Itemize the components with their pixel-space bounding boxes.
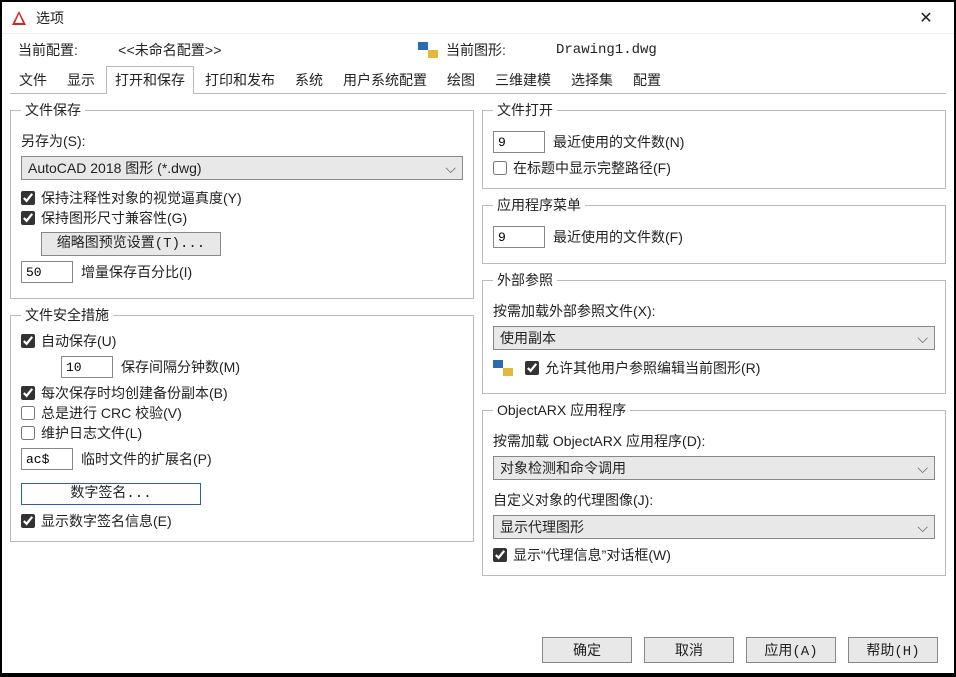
cb-visual-fidelity-input[interactable] [21, 191, 35, 205]
legend-file-save: 文件保存 [21, 100, 85, 120]
left-column: 文件保存 另存为(S): AutoCAD 2018 图形 (*.dwg) ⌵ 保… [10, 100, 474, 576]
cb-crc-input[interactable] [21, 406, 35, 420]
drawing-label: 当前图形: [446, 40, 556, 60]
cb-fullpath[interactable]: 在标题中显示完整路径(F) [493, 158, 935, 178]
legend-file-open: 文件打开 [493, 100, 557, 120]
tab-user[interactable]: 用户系统配置 [334, 66, 436, 93]
recent-files-n-input[interactable] [493, 131, 545, 153]
incremental-save-label: 增量保存百分比(I) [81, 262, 192, 282]
tmpext-input[interactable] [21, 448, 73, 470]
chevron-down-icon: ⌵ [917, 519, 928, 536]
cb-visual-fidelity[interactable]: 保持注释性对象的视觉逼真度(Y) [21, 188, 463, 208]
close-button[interactable]: ✕ [906, 2, 946, 34]
app-icon [10, 9, 28, 27]
saveas-select[interactable]: AutoCAD 2018 图形 (*.dwg) ⌵ [21, 156, 463, 180]
cb-allow-refedit[interactable]: 允许其他用户参照编辑当前图形(R) [525, 358, 760, 378]
arx-load-select[interactable]: 对象检测和命令调用 ⌵ [493, 456, 935, 480]
saveas-value: AutoCAD 2018 图形 (*.dwg) [28, 158, 202, 178]
apply-button[interactable]: 应用(A) [746, 637, 836, 663]
chevron-down-icon: ⌵ [445, 160, 456, 177]
cb-autosave-input[interactable] [21, 334, 35, 348]
content: 文件保存 另存为(S): AutoCAD 2018 图形 (*.dwg) ⌵ 保… [2, 94, 954, 576]
xref-load-select[interactable]: 使用副本 ⌵ [493, 326, 935, 350]
titlebar: 选项 ✕ [2, 2, 954, 34]
tab-drafting[interactable]: 绘图 [438, 66, 484, 93]
chevron-down-icon: ⌵ [917, 460, 928, 477]
xref-load-value: 使用副本 [500, 328, 556, 348]
cb-size-compat[interactable]: 保持图形尺寸兼容性(G) [21, 208, 463, 228]
options-dialog: 选项 ✕ 当前配置: <<未命名配置>> 当前图形: Drawing1.dwg … [2, 2, 954, 673]
cancel-button[interactable]: 取消 [644, 637, 734, 663]
digital-signature-button[interactable]: 数字签名... [21, 483, 201, 505]
group-file-open: 文件打开 最近使用的文件数(N) 在标题中显示完整路径(F) [482, 100, 946, 189]
drawing-icon [493, 360, 513, 376]
cb-backup-input[interactable] [21, 386, 35, 400]
thumbnail-settings-button[interactable]: 缩略图预览设置(T)... [41, 232, 221, 256]
profile-label: 当前配置: [18, 40, 118, 60]
cb-sign-info-input[interactable] [21, 514, 35, 528]
recent-files-n-label: 最近使用的文件数(N) [553, 132, 684, 152]
tab-profiles[interactable]: 配置 [624, 66, 670, 93]
recent-files-f-input[interactable] [493, 226, 545, 248]
group-file-safety: 文件安全措施 自动保存(U) 保存间隔分钟数(M) 每次保存时均创建备份副本(B… [10, 305, 474, 542]
cb-proxy-dialog[interactable]: 显示“代理信息”对话框(W) [493, 545, 935, 565]
recent-files-f-label: 最近使用的文件数(F) [553, 227, 683, 247]
ok-button[interactable]: 确定 [542, 637, 632, 663]
cb-sign-info[interactable]: 显示数字签名信息(E) [21, 511, 463, 531]
proxy-image-value: 显示代理图形 [500, 517, 584, 537]
group-app-menu: 应用程序菜单 最近使用的文件数(F) [482, 195, 946, 264]
legend-app-menu: 应用程序菜单 [493, 195, 585, 215]
group-arx: ObjectARX 应用程序 按需加载 ObjectARX 应用程序(D): 对… [482, 400, 946, 576]
arx-load-value: 对象检测和命令调用 [500, 458, 626, 478]
group-xref: 外部参照 按需加载外部参照文件(X): 使用副本 ⌵ 允许其他用户参照编辑当前图… [482, 270, 946, 394]
proxy-image-label: 自定义对象的代理图像(J): [493, 490, 653, 510]
right-column: 文件打开 最近使用的文件数(N) 在标题中显示完整路径(F) 应用程序菜单 最近… [482, 100, 946, 576]
tab-plot[interactable]: 打印和发布 [196, 66, 284, 93]
tab-selection[interactable]: 选择集 [562, 66, 622, 93]
proxy-image-select[interactable]: 显示代理图形 ⌵ [493, 515, 935, 539]
cb-crc[interactable]: 总是进行 CRC 校验(V) [21, 403, 463, 423]
tab-open-save[interactable]: 打开和保存 [106, 66, 194, 93]
chevron-down-icon: ⌵ [917, 330, 928, 347]
autosave-interval-label: 保存间隔分钟数(M) [121, 357, 240, 377]
tab-file[interactable]: 文件 [10, 66, 56, 93]
header-row: 当前配置: <<未命名配置>> 当前图形: Drawing1.dwg [2, 34, 954, 68]
cb-size-compat-input[interactable] [21, 211, 35, 225]
legend-xref: 外部参照 [493, 270, 557, 290]
cb-fullpath-input[interactable] [493, 161, 507, 175]
tabs: 文件 显示 打开和保存 打印和发布 系统 用户系统配置 绘图 三维建模 选择集 … [10, 68, 946, 94]
tab-3d[interactable]: 三维建模 [486, 66, 560, 93]
drawing-icon [418, 42, 438, 58]
cb-logfile-input[interactable] [21, 426, 35, 440]
tab-system[interactable]: 系统 [286, 66, 332, 93]
help-button[interactable]: 帮助(H) [848, 637, 938, 663]
cb-autosave[interactable]: 自动保存(U) [21, 331, 463, 351]
legend-file-safety: 文件安全措施 [21, 305, 113, 325]
saveas-label: 另存为(S): [21, 131, 86, 151]
tab-display[interactable]: 显示 [58, 66, 104, 93]
drawing-value: Drawing1.dwg [556, 42, 657, 58]
arx-load-label: 按需加载 ObjectARX 应用程序(D): [493, 431, 705, 451]
cb-backup[interactable]: 每次保存时均创建备份副本(B) [21, 383, 463, 403]
cb-logfile[interactable]: 维护日志文件(L) [21, 423, 463, 443]
xref-load-label: 按需加载外部参照文件(X): [493, 301, 656, 321]
legend-arx: ObjectARX 应用程序 [493, 400, 630, 420]
tmpext-label: 临时文件的扩展名(P) [81, 449, 212, 469]
autosave-interval-input[interactable] [61, 356, 113, 378]
cb-allow-refedit-input[interactable] [525, 361, 539, 375]
profile-value: <<未命名配置>> [118, 40, 418, 60]
window-title: 选项 [36, 8, 64, 28]
cb-proxy-dialog-input[interactable] [493, 548, 507, 562]
group-file-save: 文件保存 另存为(S): AutoCAD 2018 图形 (*.dwg) ⌵ 保… [10, 100, 474, 299]
incremental-save-input[interactable] [21, 261, 73, 283]
footer: 确定 取消 应用(A) 帮助(H) [542, 637, 938, 663]
